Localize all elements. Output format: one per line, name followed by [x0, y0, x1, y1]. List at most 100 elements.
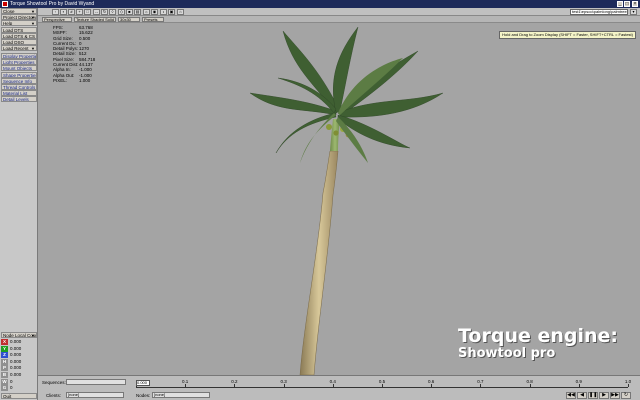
ruler-tick: [185, 384, 187, 387]
loop-icon[interactable]: ↻: [621, 392, 631, 399]
ruler-tick-label: 1.0: [624, 379, 632, 384]
ruler-tick-label: 0.3: [280, 379, 287, 384]
ruler-tick: [431, 384, 433, 387]
light-icon[interactable]: ☼: [143, 9, 150, 15]
sequences-label: Sequences:: [42, 380, 66, 385]
bounds-toggle-icon[interactable]: □: [84, 9, 91, 15]
coord-value: 0.000: [10, 358, 22, 364]
coord-axis-label: Z: [1, 352, 8, 359]
nodes-label: Nodes:: [136, 393, 151, 398]
wireframe-icon[interactable]: ◇: [118, 9, 125, 15]
coord-axis-label: W: [1, 378, 8, 385]
timeline-panel: Sequences: Clients: [none] Nodes: [none]…: [38, 375, 640, 400]
node-icon[interactable]: •: [160, 9, 167, 15]
open-icon[interactable]: ▪: [60, 9, 67, 15]
zoom-icon[interactable]: ◊: [109, 9, 116, 15]
coord-axis-label: P: [1, 365, 8, 372]
3d-viewport[interactable]: FPS: 63.768 MSPF: 15.622 Grid Size: 0.500 Curr…: [38, 23, 640, 375]
time-field[interactable]: 0.000: [136, 380, 150, 386]
ruler-tick: [283, 384, 285, 387]
coord-row-b[interactable]: B 0.000: [1, 372, 37, 378]
play-icon[interactable]: ▶: [599, 392, 609, 399]
minimize-icon[interactable]: _: [617, 1, 623, 7]
watermark-subtitle: Showtool pro: [458, 346, 556, 361]
watermark-caption: Torque engine: Showtool pro: [458, 325, 619, 361]
ruler-tick: [332, 384, 334, 387]
fast-forward-icon[interactable]: ▶▶: [610, 392, 620, 399]
coord-row-x[interactable]: X 0.000: [1, 339, 37, 345]
pause-icon[interactable]: ❚❚: [588, 392, 598, 399]
ruler-tick-label: 0.4: [329, 379, 336, 384]
ruler-tick: [578, 384, 580, 387]
new-icon[interactable]: ▫: [52, 9, 59, 15]
mount-objects-button[interactable]: Mount Objects: [1, 65, 37, 71]
ruler-tick-label: 0.6: [428, 379, 435, 384]
view-mode-select[interactable]: Perspective: [42, 17, 72, 22]
coord-value: 0.000: [10, 345, 22, 351]
title-bar: Torque Showtool Pro by David Wyand _ □ ×: [0, 0, 640, 8]
rotate-icon[interactable]: ↻: [101, 9, 108, 15]
app-icon: [2, 1, 8, 7]
move-icon[interactable]: ↔: [93, 9, 100, 15]
texture-icon[interactable]: ▤: [134, 9, 141, 15]
load-recent-button[interactable]: Load Recent: [1, 45, 37, 51]
coord-value: 0.000: [10, 365, 22, 371]
coord-value: 0.000: [10, 372, 22, 377]
clients-label: Clients:: [46, 393, 62, 398]
file-path-field[interactable]: test1\epsoo\palmlong\palmtrees\pine.dts: [570, 9, 628, 15]
close-icon[interactable]: ×: [632, 1, 638, 7]
ruler-tick: [628, 384, 629, 387]
clients-select[interactable]: [none]: [66, 392, 124, 398]
coord-axis-label: Y: [1, 345, 8, 352]
shading-select[interactable]: Texture Shaded Solid: [74, 17, 116, 22]
nodes-select[interactable]: [none]: [152, 392, 210, 398]
coord-axis-label: G: [1, 385, 8, 392]
help-button[interactable]: Help: [1, 20, 37, 26]
view-options-bar: Perspective Texture Shaded Solid 30x30 P…: [38, 16, 640, 23]
axis-toggle-icon[interactable]: +: [76, 9, 83, 15]
coord-value: 0.000: [10, 339, 22, 344]
coord-axis-label: B: [1, 372, 8, 378]
step-back-icon[interactable]: ◀: [577, 392, 587, 399]
ruler-tick: [382, 384, 383, 387]
camera-icon[interactable]: ◉: [151, 9, 158, 15]
time-ruler[interactable]: 0.1 0.2 0.3 0.4 0.5 0.6 0.7 0.8 0.9 1.0: [136, 379, 632, 388]
rewind-icon[interactable]: ◀◀: [566, 392, 576, 399]
ruler-tick-label: 0.9: [575, 379, 582, 384]
coord-value: 0: [10, 385, 13, 391]
coord-row-g[interactable]: G0: [1, 385, 37, 392]
watermark-title: Torque engine:: [458, 325, 619, 347]
coord-row-y[interactable]: Y 0.000: [1, 345, 37, 352]
ruler-tick-label: 0.2: [231, 379, 238, 384]
quit-button[interactable]: Quit: [1, 393, 37, 399]
reset-view-icon[interactable]: ⌂: [177, 9, 184, 15]
coord-row-w[interactable]: W0: [1, 378, 37, 385]
coord-value: 0: [10, 378, 13, 384]
ruler-tick: [480, 384, 482, 387]
coord-row-p[interactable]: P 0.000: [1, 365, 37, 372]
node-coordinate-select[interactable]: Node Local Coor: [1, 332, 37, 338]
palm-tree-model: [249, 26, 444, 375]
ruler-tick-label: 0.1: [182, 379, 189, 384]
grid-toggle-icon[interactable]: #: [68, 9, 75, 15]
ruler-tick: [529, 384, 531, 387]
collision-icon[interactable]: ▣: [168, 9, 175, 15]
ruler-tick: [234, 384, 236, 387]
ruler-tick-label: 0.7: [477, 379, 484, 384]
coord-value: 0.000: [10, 352, 22, 358]
grid-size-select[interactable]: 30x30: [118, 17, 140, 22]
browse-icon[interactable]: ▾: [630, 9, 637, 15]
main-toolbar: ▫ ▪ # + □ ↔ ↻ ◊ ◇ ■ ▤ ☼ ◉ • ▣ ⌂ test1\ep…: [38, 8, 640, 16]
coord-axis-label: X: [1, 339, 8, 345]
solid-icon[interactable]: ■: [126, 9, 133, 15]
left-sidebar: Close Project Directory Help Load DTS Lo…: [0, 8, 38, 400]
coord-row-h[interactable]: H 0.000: [1, 358, 37, 365]
maximize-icon[interactable]: □: [624, 1, 630, 7]
coord-row-z[interactable]: Z 0.000: [1, 352, 37, 359]
coord-axis-label: H: [1, 358, 8, 365]
sequences-select[interactable]: [66, 379, 126, 385]
presets-select[interactable]: Presets: [142, 17, 164, 22]
ruler-tick-label: 0.5: [378, 379, 386, 384]
detail-levels-button[interactable]: Detail Levels: [1, 96, 37, 102]
ruler-tick-label: 0.8: [526, 379, 533, 384]
